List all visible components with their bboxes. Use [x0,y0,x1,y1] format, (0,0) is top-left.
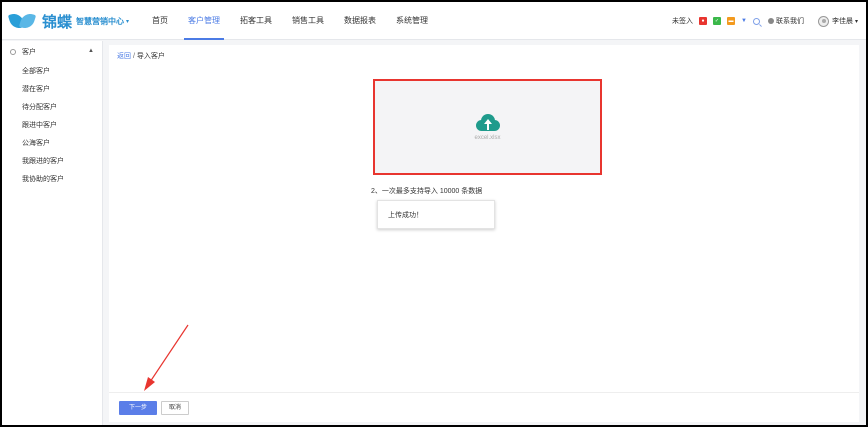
sidebar-title: 客户 [22,49,36,56]
logo[interactable]: 锦蝶 智慧营销中心 ▾ [7,10,130,32]
brand-name: 锦蝶 [42,12,73,31]
action-bar: 下一步 取消 [109,392,859,422]
upload-dropzone[interactable]: excel.xlsx [373,79,602,175]
header-tools: 未签入 ● ✓ ▬ ▼ 联系我们 李佳晨 ▾ [672,2,858,40]
brand-subtitle: 智慧营销中心 [76,16,125,26]
sidebar-section-customers[interactable]: 客户 ▲ [2,41,102,63]
user-menu[interactable]: 李佳晨 ▾ [817,15,858,27]
nav-customer-management[interactable]: 客户管理 [178,2,230,40]
sidebar-item-my-followed-customers[interactable]: 我跟进的客户 [2,153,102,171]
app-frame: 锦蝶 智慧营销中心 ▾ 首页 客户管理 拓客工具 销售工具 数据报表 系统管理 … [2,2,866,425]
cloud-upload-icon [475,113,500,131]
uploaded-file-name: excel.xlsx [474,134,501,141]
contact-us[interactable]: 联系我们 [767,16,804,26]
main-nav: 首页 客户管理 拓客工具 销售工具 数据报表 系统管理 [142,2,438,40]
checkin-status[interactable]: 未签入 [672,16,693,26]
nav-sales-tools[interactable]: 销售工具 [282,2,334,40]
contact-label: 联系我们 [775,18,804,25]
nav-system-management[interactable]: 系统管理 [386,2,438,40]
sidebar-item-unassigned-customers[interactable]: 待分配客户 [2,99,102,117]
nav-prospecting-tools[interactable]: 拓客工具 [230,2,282,40]
contact-icon [767,18,774,24]
import-limit-hint: 2、一次最多支持导入 10000 条数据 [371,188,483,195]
avatar [817,15,829,27]
sidebar-item-public-customers[interactable]: 公海客户 [2,135,102,153]
brand-caret-icon: ▾ [126,18,130,25]
butterfly-logo-icon [7,11,38,31]
sidebar-item-potential-customers[interactable]: 潜在客户 [2,81,102,99]
sidebar-item-following-customers[interactable]: 跟进中客户 [2,117,102,135]
dropdown-caret-icon[interactable]: ▼ [741,18,747,24]
collapse-caret-icon[interactable]: ▲ [88,48,94,54]
sidebar: 客户 ▲ 全部客户 潜在客户 待分配客户 跟进中客户 公海客户 我跟进的客户 我… [2,41,103,425]
user-caret-icon: ▾ [854,18,858,25]
main-panel: 返回 / 导入客户 excel.xlsx 2、一次最多支持导入 10000 条数… [109,45,859,422]
user-name: 李佳晨 [831,18,853,25]
nav-data-reports[interactable]: 数据报表 [334,2,386,40]
customer-circle-icon [10,49,16,55]
breadcrumb-current: 导入客户 [136,53,165,60]
nav-home[interactable]: 首页 [142,2,178,40]
orange-square-icon[interactable]: ▬ [727,17,736,25]
upload-success-toast: 上传成功！ [377,200,495,229]
sidebar-item-all-customers[interactable]: 全部客户 [2,63,102,81]
sidebar-item-my-assisted-customers[interactable]: 我协助的客户 [2,171,102,189]
breadcrumb-back-link[interactable]: 返回 [117,53,131,60]
search-icon[interactable] [752,17,760,25]
red-square-icon[interactable]: ● [699,17,708,25]
breadcrumb: 返回 / 导入客户 [117,51,165,61]
next-step-button[interactable]: 下一步 [119,401,157,415]
cancel-button[interactable]: 取消 [161,401,189,415]
top-bar: 锦蝶 智慧营销中心 ▾ 首页 客户管理 拓客工具 销售工具 数据报表 系统管理 … [2,2,866,40]
green-square-icon[interactable]: ✓ [713,17,722,25]
